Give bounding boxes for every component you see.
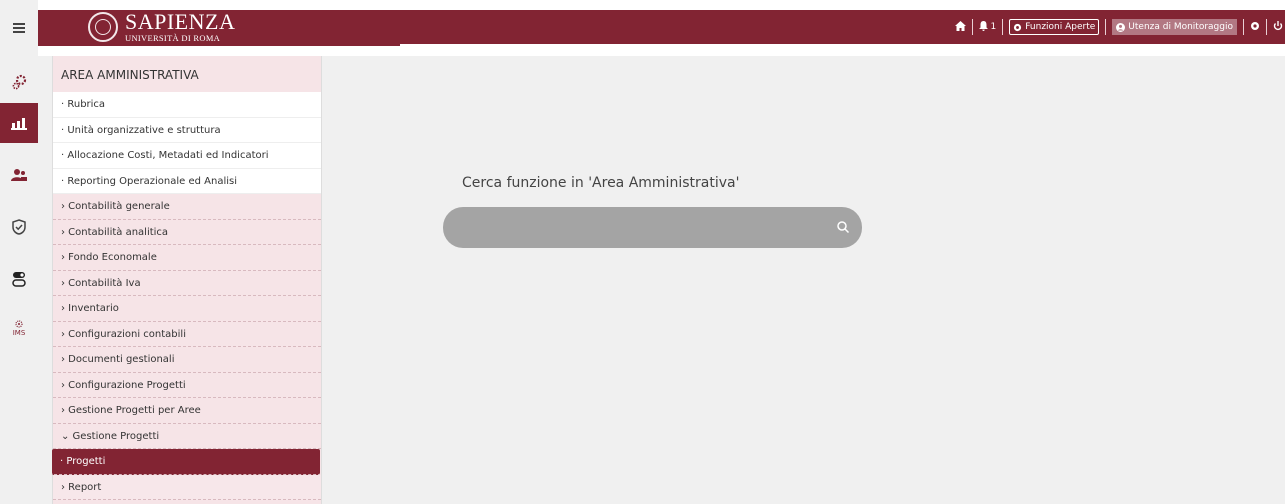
logo-subtitle: UNIVERSITÀ DI ROMA: [125, 33, 221, 44]
menu-item-contabilita-iva[interactable]: › Contabilità Iva: [53, 271, 321, 296]
logo-title: SAPIENZA: [125, 9, 236, 35]
top-navigation: 1 Funzioni Aperte Utenza di Monitoraggio: [954, 10, 1285, 44]
svg-text:IMS: IMS: [13, 329, 26, 337]
university-logo[interactable]: SAPIENZA UNIVERSITÀ DI ROMA: [88, 10, 308, 44]
power-icon[interactable]: [1273, 20, 1283, 34]
menu-item-rubrica[interactable]: · Rubrica: [53, 92, 321, 118]
search-input[interactable]: [457, 217, 817, 237]
open-functions-button[interactable]: Funzioni Aperte: [1009, 19, 1100, 35]
menu-item-contabilita-analitica[interactable]: › Contabilità analitica: [53, 220, 321, 245]
brand-bar: SAPIENZA UNIVERSITÀ DI ROMA 1 Funzioni A…: [38, 10, 1285, 46]
brand-underline: [38, 44, 400, 46]
menu-item-inventario[interactable]: › Inventario: [53, 296, 321, 322]
shield-check-icon[interactable]: [0, 207, 38, 247]
notifications-count[interactable]: 1: [991, 22, 997, 32]
function-search-box: [443, 207, 862, 248]
menu-item-report[interactable]: › Report: [53, 474, 321, 500]
user-label: Utenza di Monitoraggio: [1128, 22, 1233, 32]
top-bar: SAPIENZA UNIVERSITÀ DI ROMA 1 Funzioni A…: [0, 0, 1285, 56]
settings-icon[interactable]: [1250, 21, 1260, 34]
divider: [971, 19, 973, 35]
search-icon[interactable]: [836, 220, 850, 234]
gears-icon[interactable]: [0, 62, 38, 102]
menu-item-reporting-operazionale[interactable]: · Reporting Operazionale ed Analisi: [53, 168, 321, 194]
ims-icon[interactable]: IMS: [0, 308, 38, 348]
bell-icon[interactable]: [978, 20, 988, 34]
menu-item-unita-organizzative[interactable]: · Unità organizzative e struttura: [53, 117, 321, 143]
menu-item-documenti-gestionali[interactable]: › Documenti gestionali: [53, 347, 321, 373]
divider: [1105, 19, 1107, 35]
menu-item-progetti[interactable]: · Progetti: [52, 449, 320, 475]
panel-title: AREA AMMINISTRATIVA: [53, 56, 321, 92]
menu-item-allocazione-costi[interactable]: · Allocazione Costi, Metadati ed Indicat…: [53, 143, 321, 169]
open-functions-label: Funzioni Aperte: [1025, 22, 1096, 32]
menu-item-configurazioni-contabili[interactable]: › Configurazioni contabili: [53, 322, 321, 347]
menu-item-contabilita-generale[interactable]: › Contabilità generale: [53, 194, 321, 220]
seal-icon: [88, 12, 118, 42]
divider: [1243, 19, 1244, 35]
left-sidebar: IMS: [0, 56, 38, 504]
hamburger-menu-icon[interactable]: [0, 0, 38, 56]
user-icon: [1116, 22, 1126, 32]
menu-item-configurazione-progetti[interactable]: › Configurazione Progetti: [53, 373, 321, 398]
menu-item-gestione-progetti[interactable]: ⌄ Gestione Progetti: [53, 424, 321, 449]
search-label: Cerca funzione in 'Area Amministrativa': [462, 175, 740, 191]
menu-item-fondo-economale[interactable]: › Fondo Economale: [53, 245, 321, 271]
chart-icon[interactable]: [0, 103, 38, 143]
user-button[interactable]: Utenza di Monitoraggio: [1112, 19, 1237, 35]
area-menu-panel: AREA AMMINISTRATIVA · Rubrica · Unità or…: [52, 56, 322, 504]
divider: [1266, 19, 1267, 35]
users-icon[interactable]: [0, 155, 38, 195]
divider: [1002, 19, 1004, 35]
toggle-icon[interactable]: [0, 259, 38, 299]
area-menu: · Rubrica · Unità organizzative e strutt…: [52, 92, 321, 500]
menu-item-gestione-progetti-aree[interactable]: › Gestione Progetti per Aree: [53, 398, 321, 424]
gear-icon: [1014, 23, 1022, 31]
home-icon[interactable]: [954, 20, 966, 34]
